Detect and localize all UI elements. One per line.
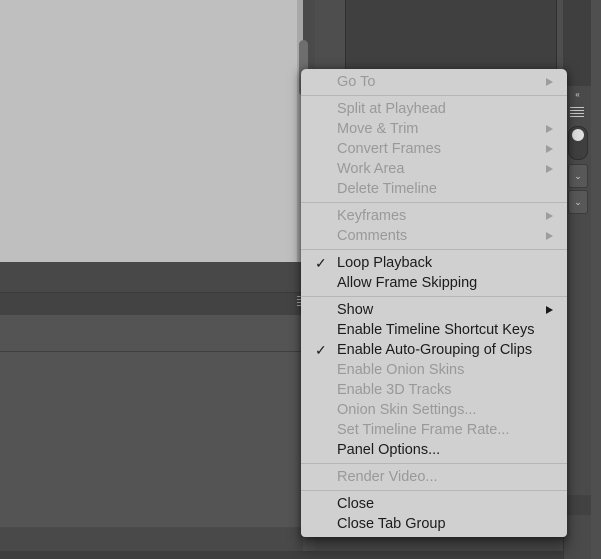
panel-divider-band: [0, 262, 320, 293]
menu-item[interactable]: Close Tab Group: [301, 514, 567, 534]
timeline-footer-bar: [0, 528, 303, 551]
submenu-arrow-icon: [546, 306, 553, 314]
menu-item[interactable]: ✓ Enable Auto-Grouping of Clips: [301, 340, 567, 360]
menu-group: Render Video...: [301, 464, 567, 490]
menu-item-label: Enable 3D Tracks: [337, 382, 452, 398]
menu-group: Show Enable Timeline Shortcut Keys ✓ Enable…: [301, 297, 567, 463]
menu-item: Render Video...: [301, 467, 567, 487]
menu-item: Enable 3D Tracks: [301, 380, 567, 400]
rail-toggle-switch[interactable]: [568, 126, 588, 160]
menu-item: Onion Skin Settings...: [301, 400, 567, 420]
menu-item-label: Split at Playhead: [337, 101, 446, 117]
timeline-toolbar: [0, 293, 320, 316]
menu-item-label: Set Timeline Frame Rate...: [337, 422, 510, 438]
menu-group: ✓ Loop Playback Allow Frame Skipping: [301, 250, 567, 296]
menu-item-label: Go To: [337, 74, 376, 90]
window-bottom-edge: [0, 551, 601, 559]
rail-hamburger-icon[interactable]: [568, 105, 586, 119]
document-canvas[interactable]: [0, 0, 297, 262]
menu-group: Split at Playhead Move & Trim Convert Fram…: [301, 96, 567, 202]
menu-item[interactable]: Allow Frame Skipping: [301, 273, 567, 293]
menu-item-label: Move & Trim: [337, 121, 419, 137]
menu-item: Delete Timeline: [301, 179, 567, 199]
menu-item[interactable]: Enable Timeline Shortcut Keys: [301, 320, 567, 340]
menu-item: Set Timeline Frame Rate...: [301, 420, 567, 440]
menu-item-label: Keyframes: [337, 208, 407, 224]
menu-item-label: Close Tab Group: [337, 516, 446, 532]
checkmark-icon: ✓: [315, 255, 327, 271]
menu-item: Comments: [301, 226, 567, 246]
chevron-down-icon[interactable]: ⌄: [568, 164, 588, 188]
timeline-panel-context-menu[interactable]: Go To Split at Playhead Move & Trim Convert…: [301, 69, 567, 537]
collapse-panels-icon[interactable]: «: [568, 88, 586, 102]
submenu-arrow-icon: [546, 145, 553, 153]
menu-item-label: Convert Frames: [337, 141, 441, 157]
menu-item-label: Enable Onion Skins: [337, 362, 465, 378]
menu-item-label: Show: [337, 302, 374, 318]
menu-item: Convert Frames: [301, 139, 567, 159]
menu-item-label: Panel Options...: [337, 442, 441, 458]
menu-item-label: Work Area: [337, 161, 405, 177]
chevron-down-icon[interactable]: ⌄: [568, 190, 588, 214]
toggle-knob-icon: [572, 129, 584, 141]
submenu-arrow-icon: [546, 78, 553, 86]
checkmark-icon: ✓: [315, 342, 327, 358]
menu-item: Keyframes: [301, 206, 567, 226]
menu-item-label: Onion Skin Settings...: [337, 402, 477, 418]
menu-item-label: Comments: [337, 228, 408, 244]
menu-item[interactable]: ✓ Loop Playback: [301, 253, 567, 273]
submenu-arrow-icon: [546, 165, 553, 173]
menu-item[interactable]: Panel Options...: [301, 440, 567, 460]
window-right-edge: [591, 0, 601, 559]
menu-item: Move & Trim: [301, 119, 567, 139]
menu-item: Go To: [301, 72, 567, 92]
menu-item[interactable]: Show: [301, 300, 567, 320]
application-window: « ⌄ ⌄ Go To Split at Playhead Move & Trim C…: [0, 0, 601, 559]
menu-item-label: Enable Auto-Grouping of Clips: [337, 342, 533, 358]
timeline-panel-header: [345, 0, 557, 70]
menu-item: Work Area: [301, 159, 567, 179]
menu-item: Split at Playhead: [301, 99, 567, 119]
menu-item-label: Close: [337, 496, 375, 512]
timeline-track-area[interactable]: [0, 352, 320, 528]
submenu-arrow-icon: [546, 125, 553, 133]
menu-item-label: Render Video...: [337, 469, 438, 485]
menu-group: Keyframes Comments: [301, 203, 567, 249]
timeline-track-row[interactable]: [0, 315, 273, 352]
submenu-arrow-icon: [546, 212, 553, 220]
submenu-arrow-icon: [546, 232, 553, 240]
menu-group: Close Close Tab Group: [301, 491, 567, 537]
menu-item[interactable]: Close: [301, 494, 567, 514]
menu-item-label: Loop Playback: [337, 255, 433, 271]
menu-item-label: Delete Timeline: [337, 181, 437, 197]
menu-item: Enable Onion Skins: [301, 360, 567, 380]
menu-item-label: Allow Frame Skipping: [337, 275, 478, 291]
menu-item-label: Enable Timeline Shortcut Keys: [337, 322, 535, 338]
menu-group: Go To: [301, 69, 567, 95]
